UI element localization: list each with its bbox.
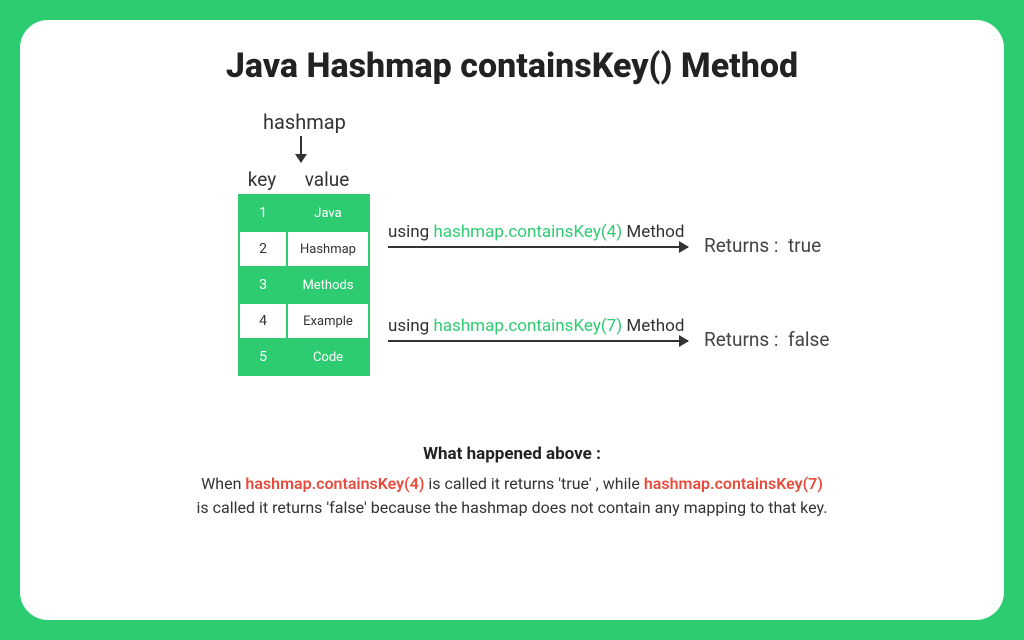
hashtable: 1Java2Hashmap3Methods4Example5Code	[238, 194, 370, 376]
card: Java Hashmap containsKey() Method hashma…	[20, 20, 1004, 620]
method1-call: hashmap.containsKey(4)	[433, 222, 622, 242]
method-call-2: using hashmap.containsKey(7) Method	[388, 316, 684, 336]
table-row: 2Hashmap	[239, 231, 369, 267]
method2-suffix: Method	[622, 316, 684, 336]
explain-mid: is called it returns 'true' , while	[424, 474, 643, 493]
returns-2: Returns : false	[704, 328, 829, 351]
arrow-down-icon	[300, 136, 302, 162]
explanation-header: What happened above :	[68, 444, 956, 464]
table-row: 4Example	[239, 303, 369, 339]
key-cell: 2	[239, 231, 287, 267]
key-cell: 3	[239, 267, 287, 303]
diagram: hashmap key value 1Java2Hashmap3Methods4…	[68, 106, 956, 426]
returns2-value: false	[788, 328, 829, 351]
method1-prefix: using	[388, 222, 433, 242]
returns1-label: Returns :	[704, 234, 779, 257]
value-cell: Methods	[287, 267, 369, 303]
explain-call1: hashmap.containsKey(4)	[245, 474, 424, 493]
arrow-right-icon	[388, 340, 688, 342]
method2-prefix: using	[388, 316, 433, 336]
explain-pre: When	[201, 474, 245, 493]
table-row: 5Code	[239, 339, 369, 375]
explanation-body: When hashmap.containsKey(4) is called it…	[68, 472, 956, 520]
key-header: key	[238, 168, 286, 191]
explain-call2: hashmap.containsKey(7)	[644, 474, 823, 493]
returns1-value: true	[788, 234, 821, 257]
value-cell: Example	[287, 303, 369, 339]
returns-1: Returns : true	[704, 234, 821, 257]
method1-suffix: Method	[622, 222, 684, 242]
table-row: 1Java	[239, 195, 369, 231]
returns2-label: Returns :	[704, 328, 779, 351]
value-header: value	[286, 168, 368, 191]
value-cell: Java	[287, 195, 369, 231]
hashmap-label: hashmap	[263, 110, 346, 134]
explanation: What happened above : When hashmap.conta…	[68, 444, 956, 520]
page-title: Java Hashmap containsKey() Method	[68, 46, 956, 86]
value-cell: Code	[287, 339, 369, 375]
method2-call: hashmap.containsKey(7)	[433, 316, 622, 336]
explain-post: is called it returns 'false' because the…	[197, 498, 828, 517]
column-headers: key value	[238, 168, 368, 191]
method-call-1: using hashmap.containsKey(4) Method	[388, 222, 684, 242]
key-cell: 1	[239, 195, 287, 231]
value-cell: Hashmap	[287, 231, 369, 267]
table-row: 3Methods	[239, 267, 369, 303]
arrow-right-icon	[388, 246, 688, 248]
key-cell: 4	[239, 303, 287, 339]
key-cell: 5	[239, 339, 287, 375]
